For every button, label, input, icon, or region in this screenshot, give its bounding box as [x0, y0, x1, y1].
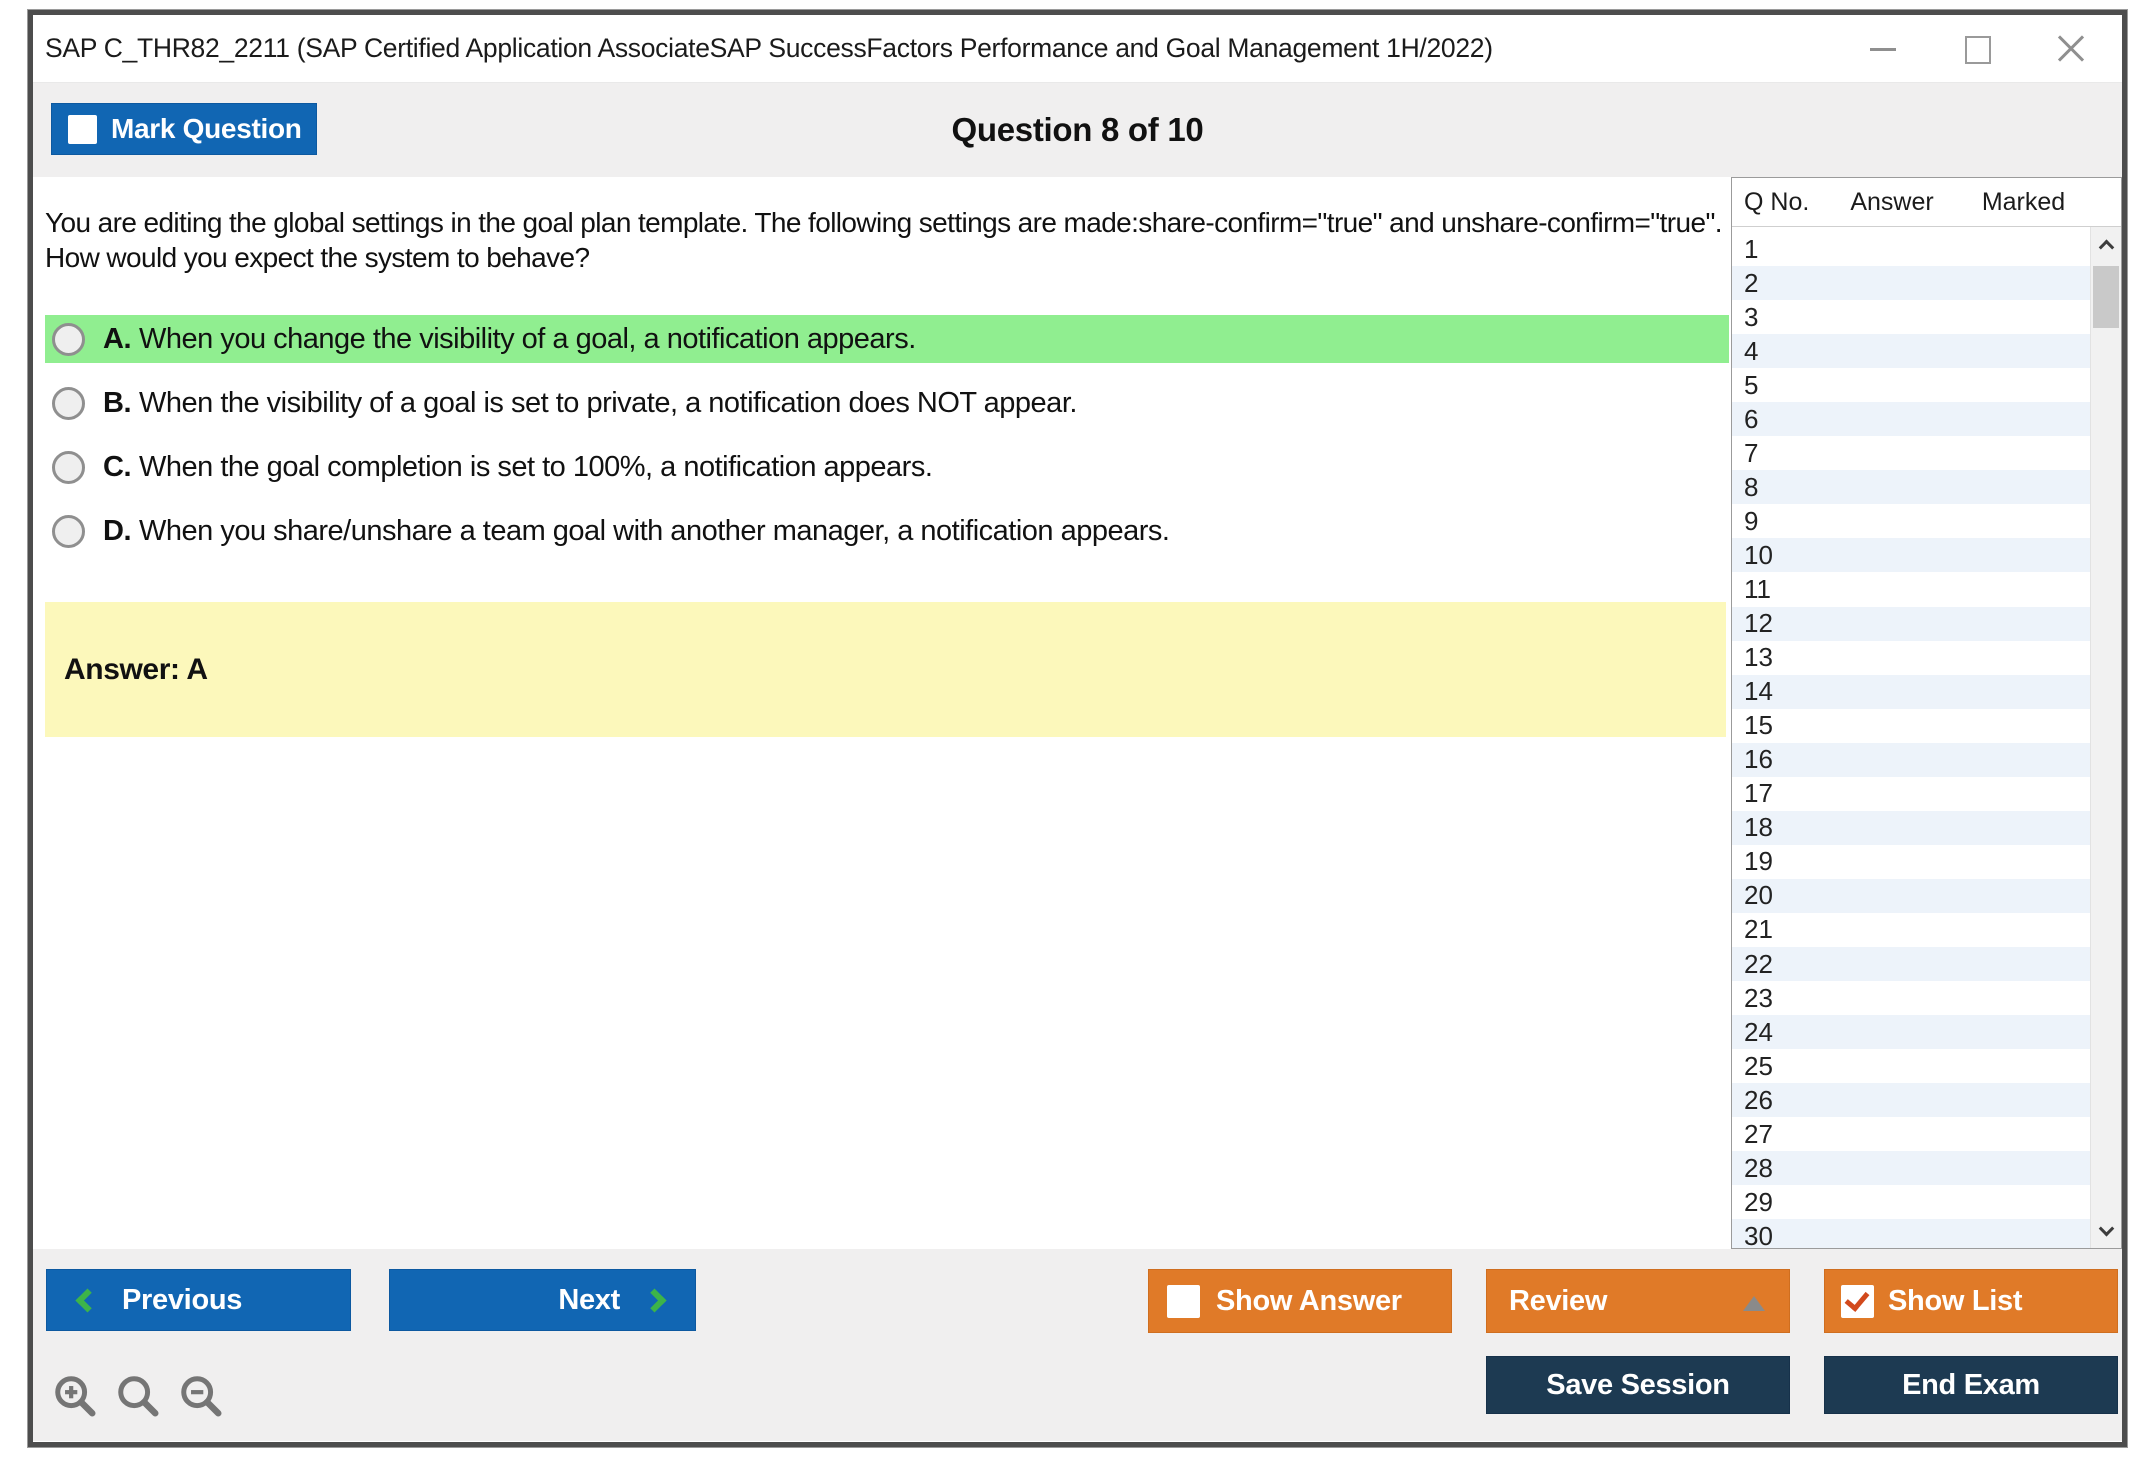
show-answer-checkbox[interactable] [1167, 1285, 1200, 1318]
qlist-row[interactable]: 25 [1732, 1049, 2090, 1083]
titlebar: SAP C_THR82_2211 (SAP Certified Applicat… [33, 15, 2122, 83]
option-b-radio[interactable] [52, 387, 85, 420]
option-a-radio[interactable] [52, 323, 85, 356]
qlist-row[interactable]: 10 [1732, 538, 2090, 572]
chevron-up-icon [2098, 239, 2114, 255]
option-text: When the visibility of a goal is set to … [139, 387, 1077, 419]
qlist-row[interactable]: 24 [1732, 1015, 2090, 1049]
qlist-row[interactable]: 23 [1732, 981, 2090, 1015]
scroll-up-button[interactable] [2091, 227, 2121, 261]
col-header-qno: Q No. [1732, 188, 1832, 217]
option-text: When you change the visibility of a goal… [139, 323, 916, 355]
qlist-row[interactable]: 22 [1732, 947, 2090, 981]
window-controls [1868, 15, 2086, 82]
review-label: Review [1509, 1285, 1607, 1318]
save-session-button[interactable]: Save Session [1486, 1356, 1790, 1414]
option-letter: D. [103, 515, 131, 547]
exam-header: Mark Question Question 8 of 10 [33, 83, 2122, 177]
option-text: When you share/unshare a team goal with … [139, 515, 1169, 547]
minimize-button[interactable] [1868, 34, 1898, 64]
qlist-row[interactable]: 11 [1732, 572, 2090, 606]
option-c-radio[interactable] [52, 451, 85, 484]
options-list: A.When you change the visibility of a go… [45, 315, 1729, 555]
show-list-button[interactable]: Show List [1824, 1269, 2118, 1333]
qlist-row[interactable]: 20 [1732, 879, 2090, 913]
qlist-row[interactable]: 7 [1732, 436, 2090, 470]
chevron-down-icon [2098, 1220, 2114, 1236]
qlist-row[interactable]: 16 [1732, 743, 2090, 777]
next-label: Next [558, 1284, 620, 1317]
next-button[interactable]: Next [389, 1269, 696, 1331]
scroll-down-button[interactable] [2091, 1214, 2121, 1248]
qlist-row[interactable]: 17 [1732, 777, 2090, 811]
option-letter: A. [103, 323, 131, 355]
chevron-right-icon [642, 1288, 666, 1312]
show-list-checkbox[interactable] [1841, 1285, 1874, 1318]
qlist-row[interactable]: 1 [1732, 232, 2090, 266]
question-panel: You are editing the global settings in t… [33, 177, 1731, 1249]
qlist-row[interactable]: 5 [1732, 368, 2090, 402]
zoom-in-icon[interactable] [52, 1373, 98, 1419]
option-row-d[interactable]: D.When you share/unshare a team goal wit… [45, 507, 1729, 555]
col-header-marked: Marked [1952, 188, 2121, 217]
option-text: When the goal completion is set to 100%,… [139, 451, 932, 483]
qlist-row[interactable]: 26 [1732, 1083, 2090, 1117]
answer-text: Answer: A [64, 653, 208, 687]
question-counter: Question 8 of 10 [33, 83, 2122, 177]
qlist-row[interactable]: 8 [1732, 470, 2090, 504]
qlist-row[interactable]: 14 [1732, 675, 2090, 709]
qlist-row[interactable]: 28 [1732, 1151, 2090, 1185]
qlist-row[interactable]: 4 [1732, 334, 2090, 368]
qlist-row[interactable]: 9 [1732, 504, 2090, 538]
scroll-thumb[interactable] [2093, 266, 2119, 328]
option-row-b[interactable]: B.When the visibility of a goal is set t… [45, 379, 1729, 427]
option-letter: B. [103, 387, 131, 419]
qlist-row[interactable]: 30 [1732, 1219, 2090, 1248]
qlist-body: 1234567891011121314151617181920212223242… [1732, 227, 2121, 1248]
end-exam-button[interactable]: End Exam [1824, 1356, 2118, 1414]
qlist-row[interactable]: 21 [1732, 913, 2090, 947]
option-d-radio[interactable] [52, 515, 85, 548]
previous-label: Previous [122, 1284, 242, 1317]
app-window: SAP C_THR82_2211 (SAP Certified Applicat… [28, 10, 2127, 1447]
qlist-row[interactable]: 12 [1732, 607, 2090, 641]
answer-box: Answer: A [45, 602, 1726, 737]
main-content: You are editing the global settings in t… [33, 177, 2122, 1249]
chevron-left-icon [75, 1288, 99, 1312]
qlist-header: Q No. Answer Marked [1732, 178, 2121, 227]
qlist-row[interactable]: 6 [1732, 402, 2090, 436]
question-text: You are editing the global settings in t… [45, 205, 1729, 275]
qlist-row[interactable]: 15 [1732, 709, 2090, 743]
show-answer-button[interactable]: Show Answer [1148, 1269, 1452, 1333]
qlist-row[interactable]: 18 [1732, 811, 2090, 845]
zoom-controls [52, 1373, 224, 1419]
qlist-scrollbar[interactable] [2090, 227, 2121, 1248]
qlist-row[interactable]: 19 [1732, 845, 2090, 879]
option-letter: C. [103, 451, 131, 483]
col-header-answer: Answer [1832, 188, 1952, 217]
window-title: SAP C_THR82_2211 (SAP Certified Applicat… [45, 33, 1493, 64]
save-session-label: Save Session [1546, 1369, 1729, 1402]
qlist-row[interactable]: 29 [1732, 1185, 2090, 1219]
show-list-label: Show List [1888, 1285, 2022, 1318]
option-row-a[interactable]: A.When you change the visibility of a go… [45, 315, 1729, 363]
zoom-out-icon[interactable] [178, 1373, 224, 1419]
qlist-row[interactable]: 27 [1732, 1117, 2090, 1151]
triangle-up-icon [1743, 1296, 1765, 1311]
qlist-row[interactable]: 13 [1732, 641, 2090, 675]
show-answer-label: Show Answer [1216, 1285, 1402, 1318]
qlist-row[interactable]: 2 [1732, 266, 2090, 300]
question-list-panel: Q No. Answer Marked 12345678910111213141… [1731, 177, 2122, 1249]
previous-button[interactable]: Previous [46, 1269, 351, 1331]
qlist-rows: 1234567891011121314151617181920212223242… [1732, 232, 2090, 1248]
qlist-row[interactable]: 3 [1732, 300, 2090, 334]
review-button[interactable]: Review [1486, 1269, 1790, 1333]
maximize-button[interactable] [1962, 34, 1992, 64]
toolbar: Previous Next Show [33, 1249, 2122, 1441]
option-row-c[interactable]: C.When the goal completion is set to 100… [45, 443, 1729, 491]
zoom-reset-icon[interactable] [115, 1373, 161, 1419]
end-exam-label: End Exam [1902, 1369, 2040, 1402]
close-button[interactable] [2056, 34, 2086, 64]
